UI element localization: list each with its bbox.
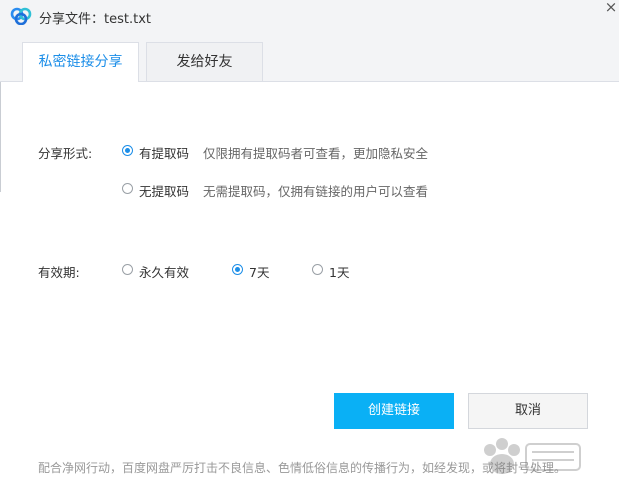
option-label-without-code[interactable]: 无提取码 <box>139 181 189 200</box>
footer-notice: 配合净网行动，百度网盘严厉打击不良信息、色情低俗信息的传播行为，如经发现，或将封… <box>38 461 567 475</box>
option-label-permanent[interactable]: 永久有效 <box>139 262 189 281</box>
option-desc-without-code: 无需提取码，仅拥有链接的用户可以查看 <box>203 184 429 199</box>
close-icon[interactable]: × <box>603 0 619 16</box>
option-label-7-days[interactable]: 7天 <box>249 262 269 281</box>
option-label-1-day[interactable]: 1天 <box>329 262 349 281</box>
radio-with-extraction-code[interactable] <box>122 145 133 156</box>
window-left-edge <box>0 82 1 192</box>
validity-label: 有效期: <box>38 265 80 280</box>
cancel-button[interactable]: 取消 <box>468 393 588 429</box>
radio-validity-1-day[interactable] <box>312 264 323 275</box>
tab-send-to-friends[interactable]: 发给好友 <box>146 42 263 81</box>
option-label-with-code[interactable]: 有提取码 <box>139 143 189 162</box>
radio-validity-permanent[interactable] <box>122 264 133 275</box>
option-desc-with-code: 仅限拥有提取码者可查看，更加隐私安全 <box>203 146 429 161</box>
radio-validity-7-days[interactable] <box>232 264 243 275</box>
tab-private-link-share[interactable]: 私密链接分享 <box>22 42 139 82</box>
share-form-label: 分享形式: <box>38 146 93 161</box>
title-bar: 分享文件：test.txt <box>0 0 619 32</box>
radio-without-extraction-code[interactable] <box>122 183 133 194</box>
tab-bar: 私密链接分享 发给好友 <box>0 32 619 82</box>
app-logo-icon <box>10 7 32 25</box>
create-link-button[interactable]: 创建链接 <box>334 393 454 429</box>
window-title: 分享文件：test.txt <box>39 12 151 27</box>
